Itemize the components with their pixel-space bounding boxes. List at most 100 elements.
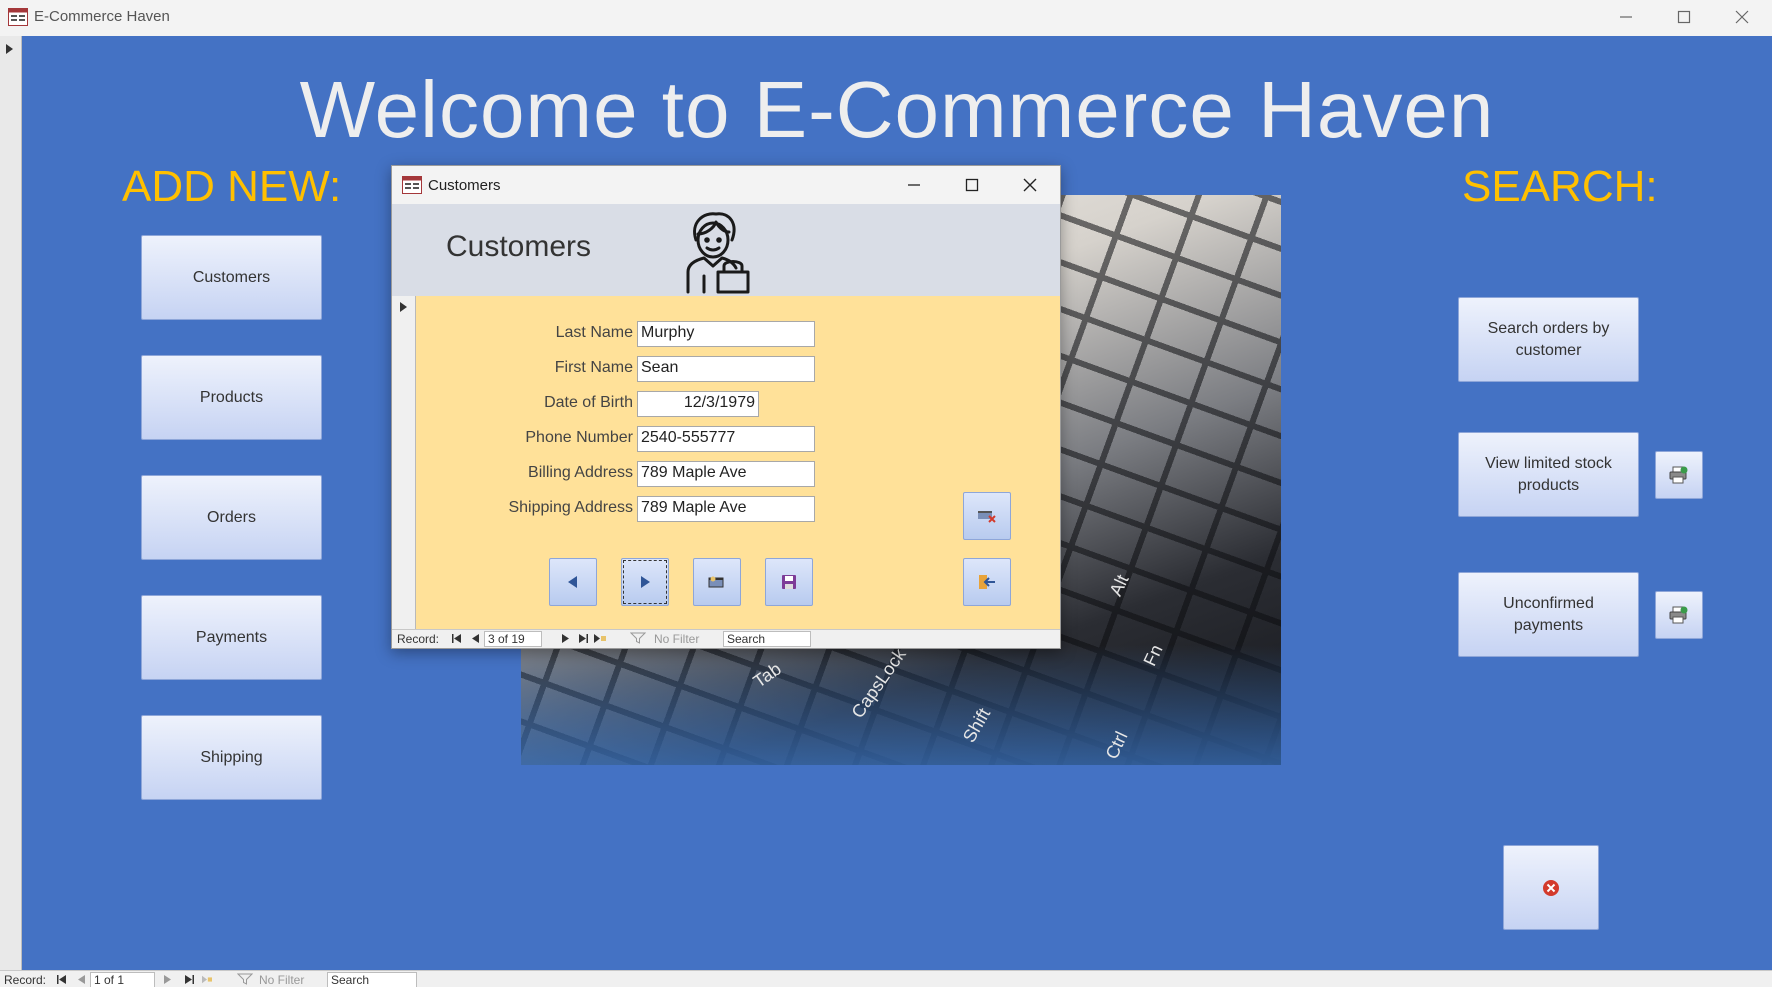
add-products-button[interactable]: Products bbox=[141, 355, 322, 440]
delete-record-icon bbox=[978, 511, 996, 523]
new-record-icon bbox=[202, 975, 212, 983]
add-new-heading: ADD NEW: bbox=[122, 162, 342, 211]
maximize-icon bbox=[965, 178, 979, 192]
previous-record-icon bbox=[471, 633, 479, 643]
popup-form-detail: Last Name Murphy First Name Sean Date of… bbox=[392, 296, 1060, 629]
previous-arrow-icon bbox=[568, 576, 577, 588]
close-icon bbox=[1023, 178, 1037, 192]
first-record-icon bbox=[451, 633, 461, 643]
last-record-icon bbox=[184, 974, 194, 984]
popup-minimize-button[interactable] bbox=[888, 170, 940, 200]
popup-record-navigation: Record: 3 of 19 No Filter Search bbox=[392, 629, 1060, 648]
add-customers-button[interactable]: Customers bbox=[141, 235, 322, 320]
record-pointer-icon bbox=[400, 302, 407, 312]
maximize-button[interactable] bbox=[1656, 2, 1712, 32]
date-of-birth-field[interactable]: 12/3/1979 bbox=[637, 391, 759, 417]
next-arrow-icon bbox=[641, 576, 650, 588]
shipping-address-label: Shipping Address bbox=[508, 499, 633, 516]
popup-maximize-button[interactable] bbox=[946, 170, 998, 200]
last-record-icon bbox=[578, 633, 588, 643]
close-icon bbox=[1735, 10, 1749, 24]
first-record-button[interactable] bbox=[451, 633, 461, 643]
previous-record-button[interactable] bbox=[470, 633, 480, 643]
search-heading: SEARCH: bbox=[1462, 162, 1658, 211]
billing-address-field[interactable]: 789 Maple Ave bbox=[637, 461, 815, 487]
first-record-button[interactable] bbox=[56, 974, 66, 984]
first-name-label: First Name bbox=[554, 359, 633, 376]
record-pointer-icon bbox=[6, 44, 13, 54]
popup-record-selector[interactable] bbox=[392, 296, 416, 629]
close-form-button[interactable] bbox=[963, 558, 1011, 606]
report-print-icon bbox=[1669, 606, 1688, 624]
save-record-button[interactable] bbox=[765, 558, 813, 606]
popup-title-bar: Customers bbox=[392, 166, 1060, 204]
new-record-icon bbox=[594, 633, 606, 643]
add-payments-button[interactable]: Payments bbox=[141, 595, 322, 680]
unconfirmed-payments-report-button[interactable] bbox=[1655, 591, 1703, 639]
record-selector[interactable] bbox=[0, 36, 22, 970]
popup-window-title: Customers bbox=[428, 177, 501, 194]
date-of-birth-label: Date of Birth bbox=[544, 394, 633, 411]
search-box[interactable]: Search bbox=[723, 631, 811, 647]
record-label: Record: bbox=[397, 632, 440, 646]
app-form-icon bbox=[8, 8, 28, 26]
minimize-button[interactable] bbox=[1598, 2, 1654, 32]
filter-button[interactable] bbox=[629, 632, 647, 644]
delete-record-button[interactable] bbox=[963, 492, 1011, 540]
add-orders-button[interactable]: Orders bbox=[141, 475, 322, 560]
limited-stock-report-button[interactable] bbox=[1655, 451, 1703, 499]
previous-record-button[interactable] bbox=[76, 974, 86, 984]
next-record-icon bbox=[561, 633, 569, 643]
minimize-icon bbox=[1620, 16, 1632, 18]
previous-record-form-button[interactable] bbox=[549, 558, 597, 606]
filter-button[interactable] bbox=[236, 973, 254, 985]
app-title-bar: E-Commerce Haven bbox=[0, 0, 1772, 36]
last-name-field[interactable]: Murphy bbox=[637, 321, 815, 347]
next-record-button[interactable] bbox=[162, 974, 172, 984]
form-title: Customers bbox=[446, 230, 592, 263]
new-record-button[interactable] bbox=[593, 633, 607, 643]
filter-label: No Filter bbox=[654, 632, 700, 646]
report-print-icon bbox=[1669, 466, 1688, 484]
welcome-title: Welcome to E-Commerce Haven bbox=[299, 65, 1495, 154]
next-record-button[interactable] bbox=[560, 633, 570, 643]
exit-door-icon bbox=[979, 575, 995, 589]
popup-close-button[interactable] bbox=[1004, 170, 1056, 200]
unconfirmed-payments-button[interactable]: Unconfirmed payments bbox=[1458, 572, 1639, 657]
add-shipping-button[interactable]: Shipping bbox=[141, 715, 322, 800]
filter-label: No Filter bbox=[259, 973, 305, 987]
form-icon bbox=[402, 176, 422, 194]
first-record-icon bbox=[56, 974, 66, 984]
last-name-label: Last Name bbox=[555, 324, 633, 341]
shipping-address-field[interactable]: 789 Maple Ave bbox=[637, 496, 815, 522]
next-record-icon bbox=[163, 974, 171, 984]
new-record-button[interactable] bbox=[202, 974, 212, 984]
app-title: E-Commerce Haven bbox=[34, 8, 170, 25]
previous-record-icon bbox=[77, 974, 85, 984]
red-x-circle-icon bbox=[1543, 879, 1559, 896]
close-app-button[interactable] bbox=[1503, 845, 1599, 930]
current-record-box[interactable]: 1 of 1 bbox=[90, 972, 155, 987]
main-record-navigation: Record: 1 of 1 No Filter Search bbox=[0, 970, 1772, 987]
record-label: Record: bbox=[4, 973, 47, 987]
funnel-icon bbox=[237, 973, 253, 985]
search-box[interactable]: Search bbox=[327, 972, 417, 987]
last-record-button[interactable] bbox=[578, 633, 588, 643]
popup-form-header: Customers bbox=[392, 204, 1060, 296]
phone-number-label: Phone Number bbox=[525, 429, 633, 446]
current-record-box[interactable]: 3 of 19 bbox=[484, 631, 542, 647]
funnel-icon bbox=[630, 632, 646, 644]
last-record-button[interactable] bbox=[184, 974, 194, 984]
phone-number-field[interactable]: 2540-555777 bbox=[637, 426, 815, 452]
next-record-form-button[interactable] bbox=[621, 558, 669, 606]
billing-address-label: Billing Address bbox=[528, 464, 633, 481]
shopper-with-bag-icon bbox=[686, 212, 750, 294]
maximize-icon bbox=[1677, 10, 1691, 24]
new-record-form-button[interactable] bbox=[693, 558, 741, 606]
first-name-field[interactable]: Sean bbox=[637, 356, 815, 382]
search-orders-by-customer-button[interactable]: Search orders by customer bbox=[1458, 297, 1639, 382]
minimize-icon bbox=[908, 184, 920, 186]
view-limited-stock-button[interactable]: View limited stock products bbox=[1458, 432, 1639, 517]
customers-popup-window: Customers Customers Last Name Murphy Fir… bbox=[391, 165, 1061, 649]
close-button[interactable] bbox=[1714, 2, 1770, 32]
